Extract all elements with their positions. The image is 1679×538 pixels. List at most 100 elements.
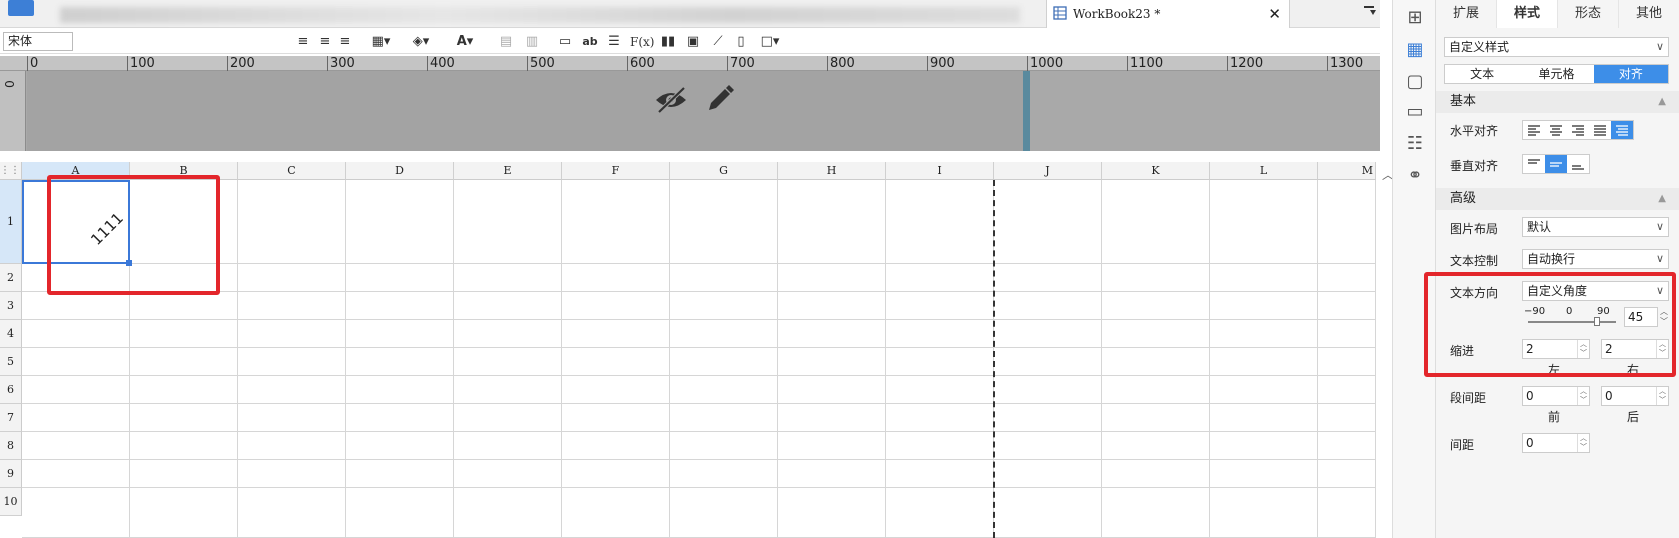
grid-cell[interactable] <box>778 264 886 292</box>
grid-cell[interactable] <box>346 348 454 376</box>
section-basic[interactable]: 基本 ▲ <box>1436 91 1679 113</box>
text-icon[interactable]: ab <box>582 33 598 51</box>
grid-cell[interactable] <box>1210 292 1318 320</box>
grid-cell[interactable] <box>778 348 886 376</box>
grid-cell[interactable] <box>562 348 670 376</box>
grid-cell[interactable] <box>994 404 1102 432</box>
grid-cell[interactable] <box>238 180 346 264</box>
grid-cell[interactable] <box>994 432 1102 460</box>
column-header[interactable]: L <box>1210 162 1318 180</box>
fill-color-icon[interactable]: ◈▾ <box>408 33 434 51</box>
grid-cell[interactable] <box>886 460 994 488</box>
grid-cell[interactable] <box>238 320 346 348</box>
border-style-icon[interactable]: □▾ <box>758 33 782 51</box>
grid-cell[interactable] <box>562 376 670 404</box>
column-header[interactable]: K <box>1102 162 1210 180</box>
grid-cell[interactable] <box>238 348 346 376</box>
grid-cell[interactable] <box>454 320 562 348</box>
para-before-input[interactable]: 0 ︿ ﹀ <box>1522 386 1590 406</box>
grid-cell[interactable] <box>130 376 238 404</box>
insert-row-icon[interactable]: ▭ <box>556 33 574 51</box>
condition-icon[interactable]: ☷ <box>1403 132 1427 156</box>
grid-cell[interactable] <box>778 376 886 404</box>
grid-cell[interactable] <box>1318 180 1376 264</box>
grid-cell[interactable] <box>1318 264 1376 292</box>
grid-cell[interactable] <box>1102 348 1210 376</box>
grid-cell[interactable] <box>778 320 886 348</box>
grid-cell[interactable] <box>670 180 778 264</box>
grid-cell[interactable] <box>562 460 670 488</box>
unmerge-cells-icon[interactable]: ▥ <box>524 33 540 51</box>
grid-cell[interactable] <box>454 488 562 538</box>
grid-cell[interactable] <box>1210 488 1318 538</box>
grid-cell[interactable] <box>1318 488 1376 538</box>
select-all-corner[interactable]: ⋮⋮⋮ <box>0 162 30 180</box>
grid-cell[interactable] <box>1210 376 1318 404</box>
grid-cell[interactable] <box>346 404 454 432</box>
section-advanced[interactable]: 高级 ▲ <box>1436 188 1679 210</box>
grid-cell[interactable] <box>346 264 454 292</box>
grid-cell[interactable] <box>454 460 562 488</box>
grid-cell[interactable] <box>994 180 1102 264</box>
grid-cell[interactable] <box>130 488 238 538</box>
grid-cell[interactable] <box>1210 432 1318 460</box>
grid-cell[interactable] <box>238 488 346 538</box>
grid-cell[interactable] <box>1102 376 1210 404</box>
grid-cell[interactable] <box>886 488 994 538</box>
spacing-input[interactable]: 0 ︿ ﹀ <box>1522 433 1590 453</box>
grid-cell[interactable] <box>454 348 562 376</box>
grid-cell[interactable] <box>886 348 994 376</box>
grid-cell[interactable] <box>994 460 1102 488</box>
grid-cell[interactable] <box>670 460 778 488</box>
grid-cell[interactable] <box>22 348 130 376</box>
grid-cell[interactable] <box>130 320 238 348</box>
grid-cell[interactable] <box>1210 320 1318 348</box>
grid-cell[interactable] <box>562 264 670 292</box>
grid-cell[interactable] <box>778 488 886 538</box>
slash-icon[interactable]: ⟋ <box>710 33 726 51</box>
tab-menu-icon[interactable] <box>1362 4 1378 22</box>
row-header[interactable]: 9 <box>0 460 22 488</box>
edit-pencil-icon[interactable] <box>705 84 735 117</box>
grid-cell[interactable] <box>22 292 130 320</box>
grid-cell[interactable] <box>238 376 346 404</box>
column-header[interactable]: J <box>994 162 1102 180</box>
grid-cell[interactable] <box>1318 460 1376 488</box>
cell-attributes-icon[interactable]: ▦ <box>1403 38 1427 62</box>
grid-cell[interactable] <box>1102 432 1210 460</box>
grid-cell[interactable] <box>670 348 778 376</box>
grid-cell[interactable] <box>778 180 886 264</box>
valign-middle-icon[interactable] <box>1545 155 1567 173</box>
grid-cell[interactable] <box>994 488 1102 538</box>
grid-cell[interactable] <box>130 404 238 432</box>
grid-cell[interactable] <box>130 432 238 460</box>
grid-cell[interactable] <box>1210 348 1318 376</box>
grid-cell[interactable] <box>886 376 994 404</box>
app-icon[interactable] <box>8 0 34 16</box>
font-color-icon[interactable]: A▾ <box>450 33 480 51</box>
grid-cell[interactable] <box>886 320 994 348</box>
grid-cell[interactable] <box>562 404 670 432</box>
grid-cell[interactable] <box>562 488 670 538</box>
grid-cell[interactable] <box>886 292 994 320</box>
grid-cell[interactable] <box>1318 404 1376 432</box>
grid-cell[interactable] <box>346 376 454 404</box>
row-header[interactable]: 1 <box>0 180 22 264</box>
grid-cell[interactable] <box>346 460 454 488</box>
grid-cell[interactable] <box>1102 488 1210 538</box>
grid-cell[interactable] <box>670 432 778 460</box>
spinner-icon[interactable]: ︿ ﹀ <box>1577 434 1589 452</box>
grid-cell[interactable] <box>1102 264 1210 292</box>
sub-tab-text[interactable]: 文本 <box>1445 65 1519 83</box>
cell-element-icon[interactable]: ⊞ <box>1403 6 1427 30</box>
grid-cell[interactable] <box>238 460 346 488</box>
grid-cell[interactable] <box>130 348 238 376</box>
grid-cell[interactable] <box>346 488 454 538</box>
grid-cell[interactable] <box>670 264 778 292</box>
column-header[interactable]: G <box>670 162 778 180</box>
sub-tab-align[interactable]: 对齐 <box>1593 65 1668 83</box>
close-tab-icon[interactable]: ✕ <box>1268 5 1281 23</box>
align-left-icon[interactable] <box>1523 121 1545 139</box>
formula-icon[interactable]: F(x) <box>630 33 654 51</box>
grid-cell[interactable] <box>22 488 130 538</box>
